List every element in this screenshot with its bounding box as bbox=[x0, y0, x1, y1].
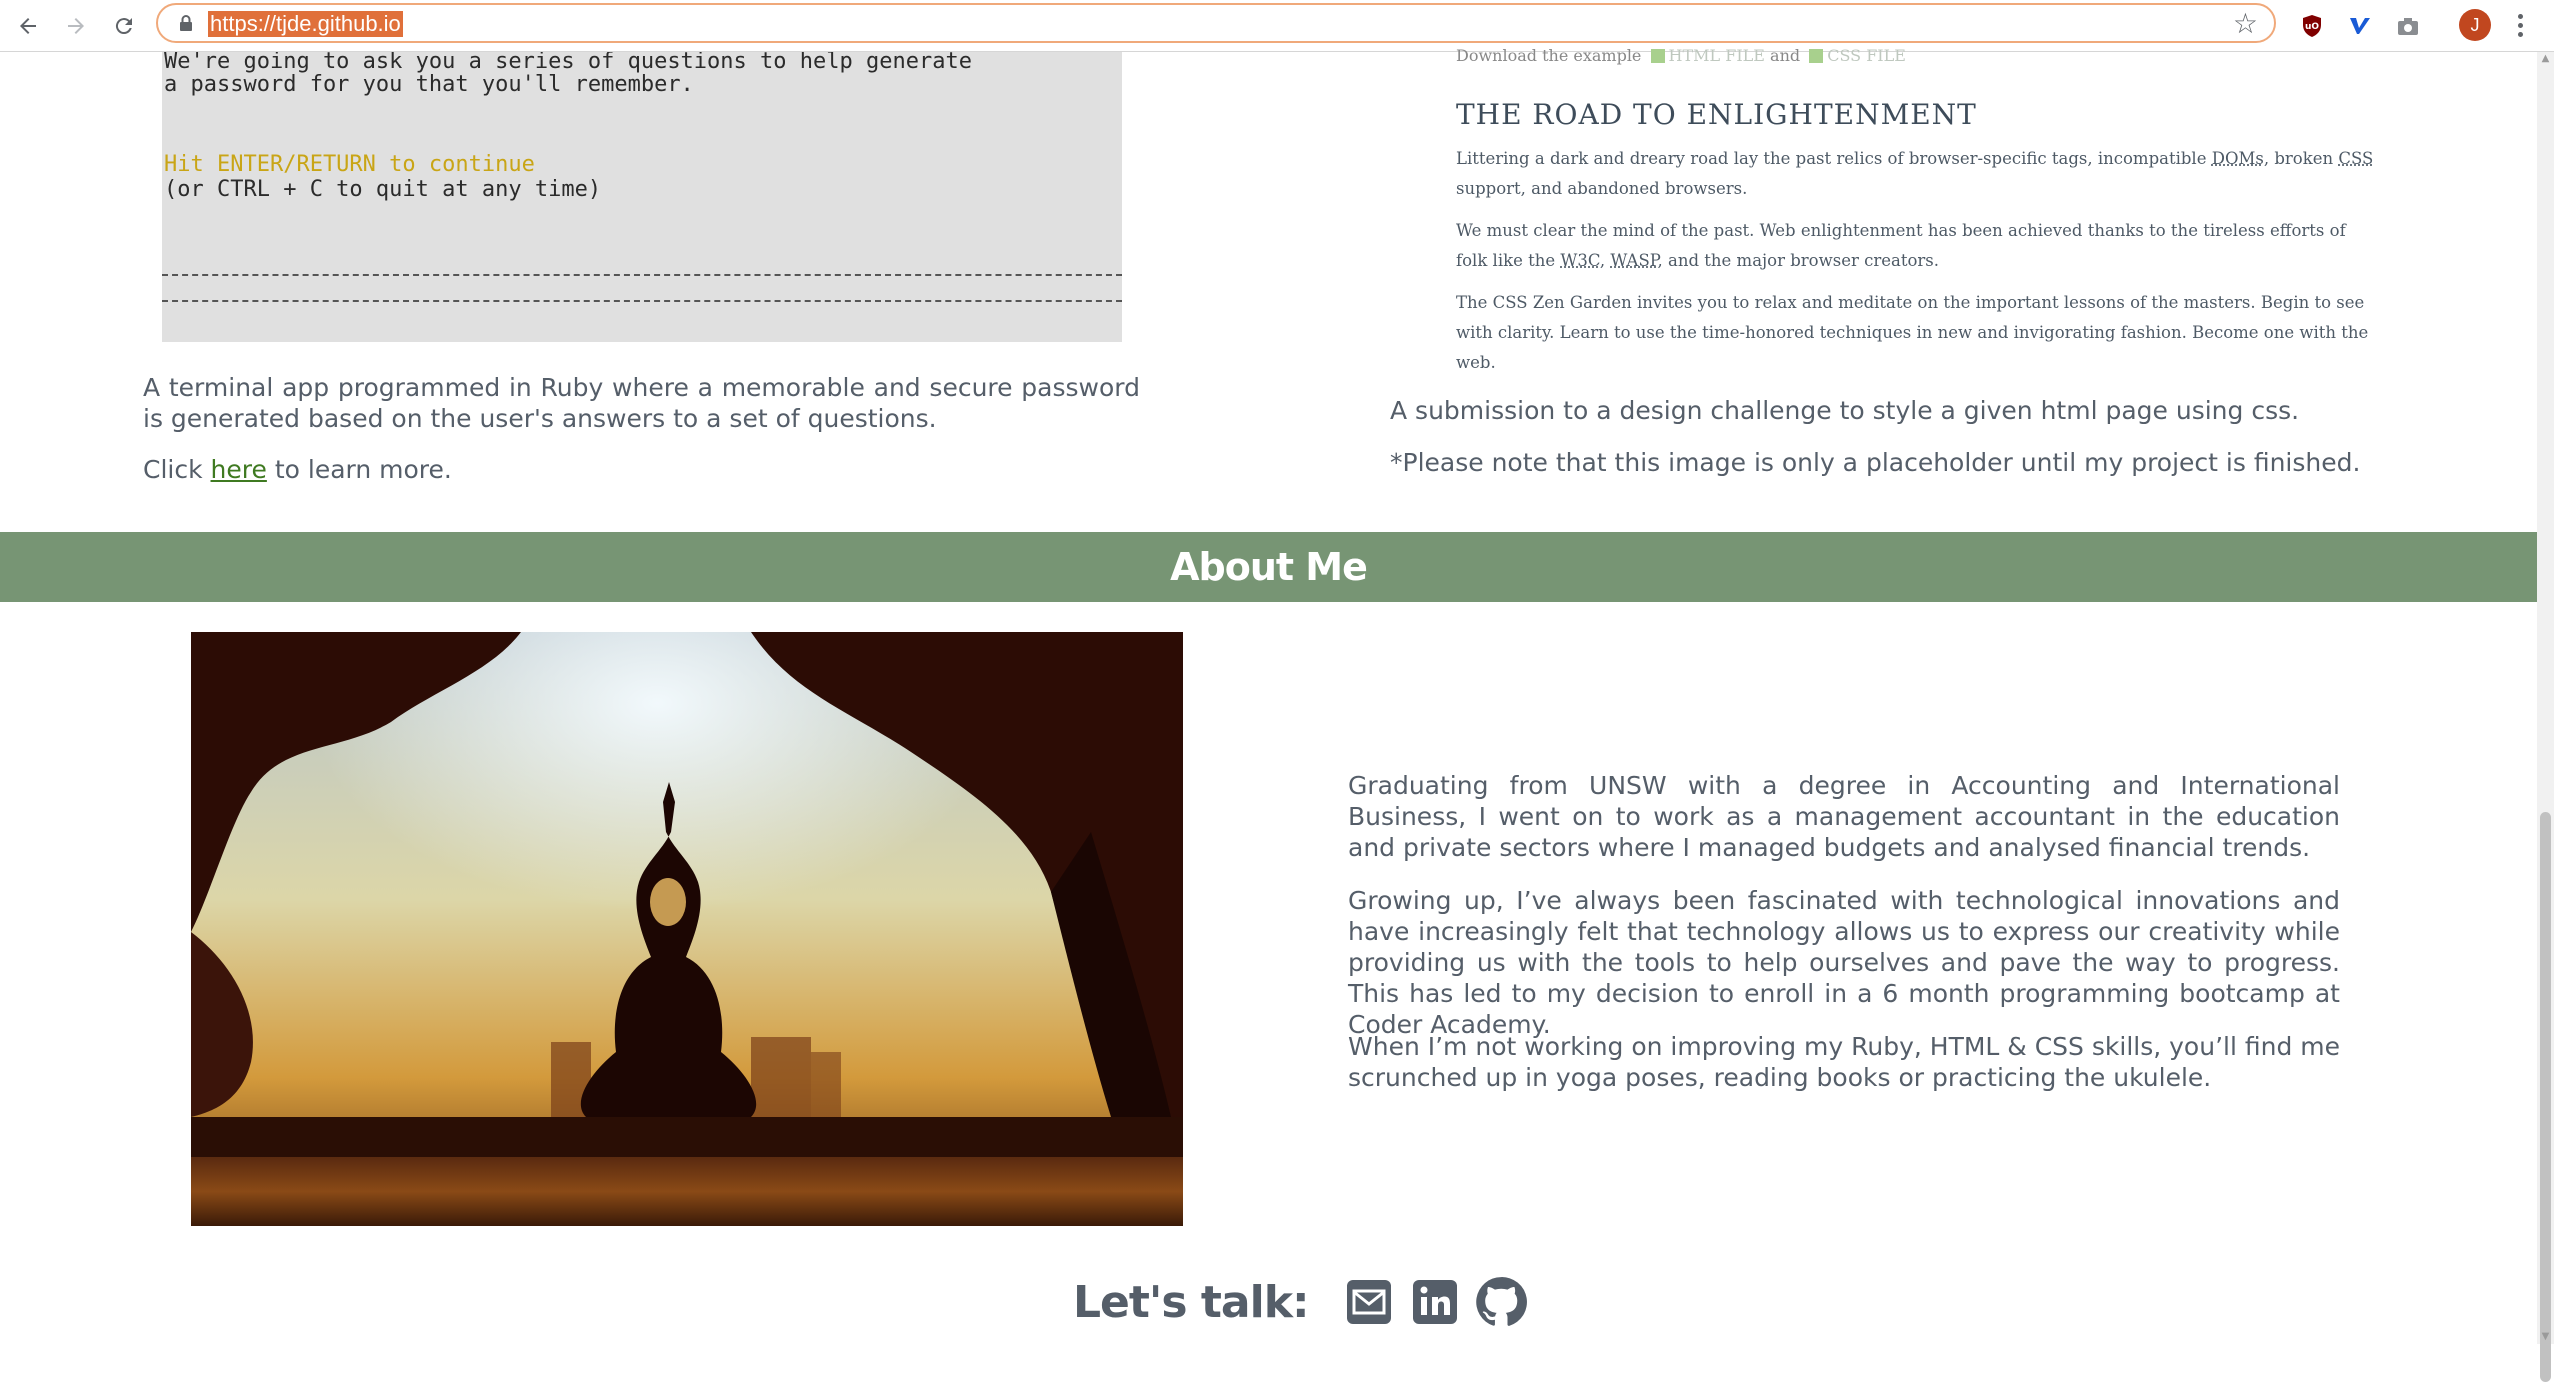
terminal-quit-hint: (or CTRL + C to quit at any time) bbox=[164, 177, 602, 202]
file-icon bbox=[1650, 49, 1665, 63]
profile-avatar[interactable]: J bbox=[2459, 9, 2491, 41]
zen-and: and bbox=[1770, 46, 1801, 65]
zen-css-abbr: CSS bbox=[2338, 149, 2374, 168]
scroll-down-arrow-icon[interactable]: ▼ bbox=[2539, 1330, 2552, 1344]
github-icon[interactable] bbox=[1475, 1276, 1527, 1328]
forward-button[interactable] bbox=[58, 8, 94, 44]
about-paragraph-3: When I’m not working on improving my Rub… bbox=[1348, 1032, 2340, 1092]
v-logo-icon bbox=[2350, 18, 2370, 34]
about-section-header: About Me bbox=[0, 532, 2537, 602]
ublock-shield-icon: uO bbox=[2303, 15, 2321, 37]
zen-p1-text-b: , broken bbox=[2263, 149, 2334, 168]
zen-p1-text-c: support, and abandoned browsers. bbox=[1456, 179, 1748, 198]
zen-download-line: Download the example HTML FILE and CSS F… bbox=[1456, 46, 1906, 65]
zen-p2-sep: , bbox=[1599, 251, 1606, 270]
terminal-divider bbox=[162, 274, 1122, 276]
browser-toolbar: https://tjde.github.io ☆ uO J bbox=[0, 0, 2554, 52]
learn-more-line: Click here to learn more. bbox=[143, 454, 1140, 485]
zen-w3c-abbr: W3C bbox=[1560, 251, 1600, 270]
yoga-photo-illustration bbox=[191, 632, 1183, 1226]
reload-icon bbox=[115, 18, 132, 35]
ublock-origin-icon[interactable]: uO bbox=[2296, 10, 2328, 42]
zen-css-file-link: CSS FILE bbox=[1827, 46, 1906, 65]
contact-label: Let's talk: bbox=[1073, 1276, 1310, 1328]
learn-more-link[interactable]: here bbox=[211, 455, 267, 484]
back-arrow-icon bbox=[20, 18, 36, 34]
browser-menu-icon[interactable] bbox=[2514, 10, 2526, 42]
zen-wasp-abbr: WASP bbox=[1610, 251, 1658, 270]
learn-more-prefix: Click bbox=[143, 455, 203, 484]
scroll-up-arrow-icon[interactable]: ▲ bbox=[2539, 52, 2552, 66]
zen-download-prefix: Download the example bbox=[1456, 46, 1642, 65]
zen-html-file-link: HTML FILE bbox=[1668, 46, 1765, 65]
zen-doms-abbr: DOMs bbox=[2211, 149, 2264, 168]
email-icon[interactable] bbox=[1343, 1276, 1395, 1328]
forward-arrow-icon bbox=[68, 18, 84, 34]
zen-paragraph-2: We must clear the mind of the past. Web … bbox=[1456, 216, 2380, 276]
linkedin-icon[interactable] bbox=[1409, 1276, 1461, 1328]
svg-text:uO: uO bbox=[2305, 22, 2319, 32]
terminal-continue-prompt: Hit ENTER/RETURN to continue bbox=[164, 152, 535, 177]
zen-p2-text-b: , and the major browser creators. bbox=[1657, 251, 1939, 270]
file-icon bbox=[1809, 49, 1824, 63]
zen-heading: THE ROAD TO ENLIGHTENMENT bbox=[1456, 98, 1977, 131]
about-title: About Me bbox=[1170, 545, 1368, 589]
terminal-line-2: a password for you that you'll remember. bbox=[164, 72, 694, 97]
zen-garden-screenshot: Download the example HTML FILE and CSS F… bbox=[1456, 46, 2386, 372]
zen-paragraph-3: The CSS Zen Garden invites you to relax … bbox=[1456, 293, 2369, 372]
lock-icon bbox=[180, 15, 192, 31]
url-text[interactable]: https://tjde.github.io bbox=[208, 11, 403, 37]
reload-button[interactable] bbox=[106, 8, 142, 44]
zen-p1-text: Littering a dark and dreary road lay the… bbox=[1456, 149, 2207, 168]
zen-project-note: *Please note that this image is only a p… bbox=[1390, 448, 2361, 477]
about-paragraph-2: Growing up, I’ve always been fascinated … bbox=[1348, 886, 2340, 1039]
address-bar[interactable]: https://tjde.github.io ☆ bbox=[156, 3, 2276, 43]
vimeo-extension-icon[interactable] bbox=[2344, 10, 2376, 42]
learn-more-suffix: to learn more. bbox=[274, 455, 452, 484]
zen-paragraph-1: Littering a dark and dreary road lay the… bbox=[1456, 144, 2380, 204]
back-button[interactable] bbox=[10, 8, 46, 44]
camera-icon[interactable] bbox=[2392, 10, 2424, 42]
yoga-silhouette-photo bbox=[191, 632, 1183, 1226]
bookmark-star-icon[interactable]: ☆ bbox=[2233, 9, 2258, 39]
password-app-screenshot: We're going to ask you a series of quest… bbox=[162, 52, 1122, 342]
password-project-description: A terminal app programmed in Ruby where … bbox=[143, 373, 1140, 433]
camera-glyph-icon bbox=[2398, 18, 2418, 35]
page-scrollbar[interactable]: ▲ ▼ bbox=[2537, 52, 2554, 1382]
terminal-divider bbox=[162, 300, 1122, 302]
zen-project-description: A submission to a design challenge to st… bbox=[1390, 396, 2300, 425]
scroll-thumb[interactable] bbox=[2540, 812, 2551, 1382]
about-paragraph-1: Graduating from UNSW with a degree in Ac… bbox=[1348, 771, 2340, 862]
contact-row: Let's talk: bbox=[1073, 1270, 1527, 1334]
